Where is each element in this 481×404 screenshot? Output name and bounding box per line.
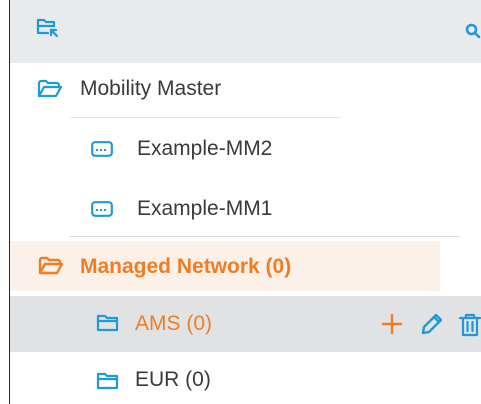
folder-open-icon — [38, 256, 64, 281]
divider — [70, 117, 340, 118]
tree-node-managed-network[interactable]: Managed Network (0) — [10, 241, 481, 291]
tree-node-label: Example-MM2 — [137, 137, 273, 160]
tree-node-mobility-master[interactable]: Mobility Master — [10, 63, 481, 113]
tree-node-ams[interactable]: AMS (0) — [10, 296, 481, 352]
tree-node-example-mm2[interactable]: Example-MM2 — [10, 123, 481, 173]
pencil-icon[interactable] — [420, 312, 444, 341]
row-actions — [380, 312, 481, 338]
tree-node-label: Managed Network (0) — [80, 255, 292, 278]
device-icon — [91, 141, 113, 162]
trash-icon[interactable] — [458, 312, 481, 343]
tree-node-label: EUR (0) — [135, 368, 211, 391]
folder-select-icon[interactable] — [36, 16, 60, 47]
tree-node-eur[interactable]: EUR (0) — [10, 356, 481, 404]
tree-node-label: Mobility Master — [80, 77, 222, 100]
device-icon — [91, 201, 113, 222]
plus-icon[interactable] — [380, 312, 404, 341]
divider — [70, 236, 460, 237]
folder-icon — [96, 313, 120, 338]
search-icon[interactable] — [465, 23, 481, 44]
tree-node-label: AMS (0) — [135, 312, 213, 335]
hierarchy-panel: Mobility Master Example-MM2 Example-MM1 — [0, 0, 481, 404]
folder-icon — [96, 371, 120, 396]
tree-node-label: Example-MM1 — [137, 197, 273, 220]
tree-node-example-mm1[interactable]: Example-MM1 — [10, 183, 481, 233]
folder-open-icon — [37, 79, 63, 104]
panel-header — [10, 0, 481, 63]
